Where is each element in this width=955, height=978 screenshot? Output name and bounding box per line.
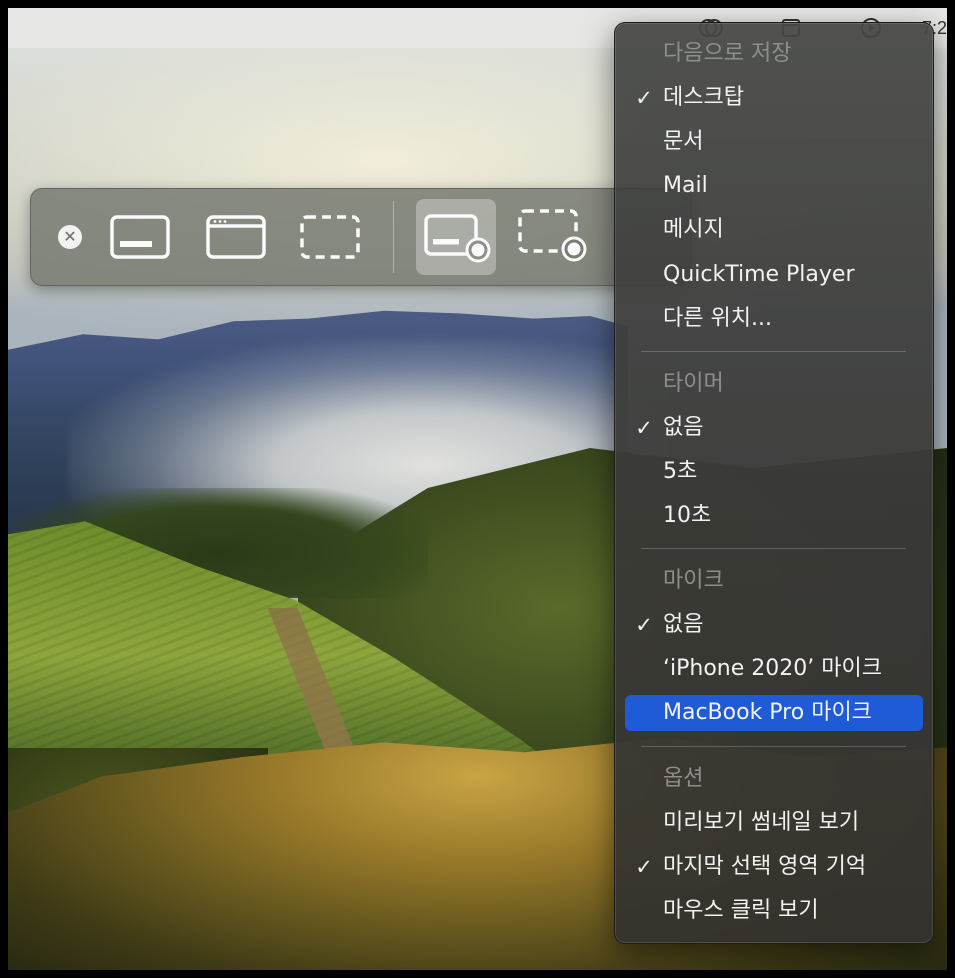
menu-header-microphone: 마이크 <box>663 568 724 593</box>
menu-item-documents[interactable]: 문서 <box>625 124 923 160</box>
menu-item-mic-iphone[interactable]: ‘iPhone 2020’ 마이크 <box>625 651 923 687</box>
full-screen-icon <box>110 215 170 259</box>
menu-separator <box>641 548 906 549</box>
menu-item-quicktime[interactable]: QuickTime Player <box>625 257 923 293</box>
screenshot-toolbar: ✕ <box>30 188 692 286</box>
toolbar-divider <box>393 201 394 273</box>
record-screen-icon <box>424 214 491 263</box>
record-selection-button[interactable] <box>510 199 590 275</box>
record-entire-screen-button[interactable] <box>416 199 496 275</box>
capture-window-button[interactable] <box>196 199 276 275</box>
menu-item-show-floating-thumbnail[interactable]: 미리보기 썸네일 보기 <box>625 805 923 841</box>
menu-item-timer-10s[interactable]: 10초 <box>625 498 923 534</box>
menu-item-messages[interactable]: 메시지 <box>625 212 923 248</box>
menu-header-timer: 타이머 <box>663 371 724 396</box>
menu-item-show-mouse-clicks[interactable]: 마우스 클릭 보기 <box>625 893 923 929</box>
close-icon[interactable]: ✕ <box>58 225 82 249</box>
menu-item-desktop[interactable]: ✓ 데스크탑 <box>625 80 923 116</box>
checkmark-icon: ✓ <box>635 416 653 440</box>
menu-header-save-to: 다음으로 저장 <box>663 41 792 66</box>
options-menu: 다음으로 저장 ✓ 데스크탑 문서 Mail 메시지 QuickTime Play… <box>614 22 934 944</box>
menu-item-timer-none[interactable]: ✓ 없음 <box>625 410 923 446</box>
menu-item-other-location[interactable]: 다른 위치... <box>625 301 923 337</box>
menu-separator <box>641 746 906 747</box>
checkmark-icon: ✓ <box>635 855 653 879</box>
menu-item-mic-macbook-pro[interactable]: MacBook Pro 마이크 <box>625 695 923 731</box>
menu-item-mail[interactable]: Mail <box>625 168 923 204</box>
record-selection-icon <box>518 209 587 262</box>
menu-separator <box>641 351 906 352</box>
window-icon <box>206 215 266 259</box>
checkmark-icon: ✓ <box>635 613 653 637</box>
menu-item-remember-last-selection[interactable]: ✓ 마지막 선택 영역 기억 <box>625 849 923 885</box>
menu-item-mic-none[interactable]: ✓ 없음 <box>625 607 923 643</box>
menu-item-timer-5s[interactable]: 5초 <box>625 454 923 490</box>
selection-icon <box>300 215 360 259</box>
checkmark-icon: ✓ <box>635 86 653 110</box>
capture-selection-button[interactable] <box>290 199 370 275</box>
capture-entire-screen-button[interactable] <box>100 199 180 275</box>
menu-header-options: 옵션 <box>663 766 704 791</box>
